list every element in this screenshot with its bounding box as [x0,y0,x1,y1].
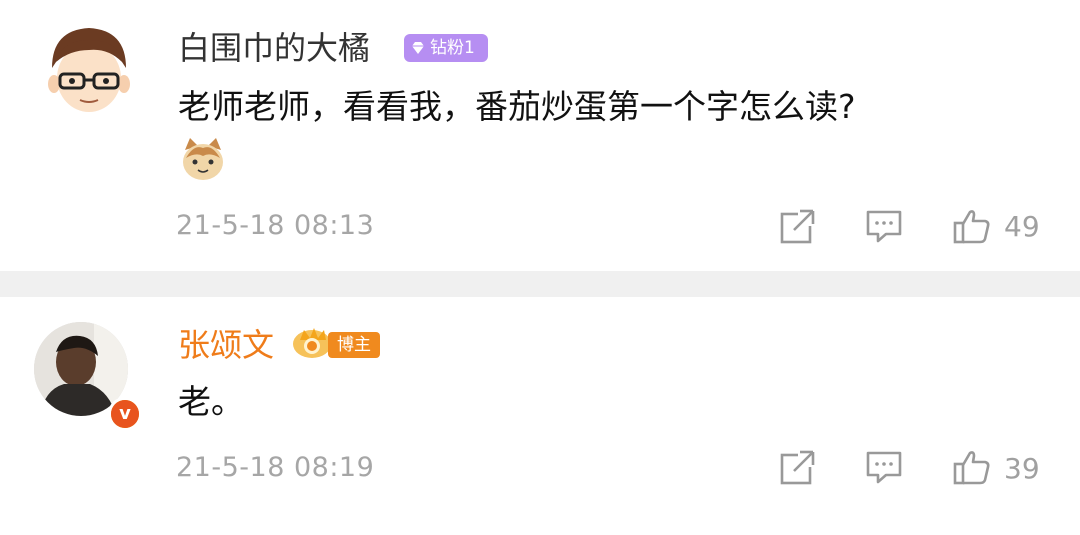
verified-v-label: v [111,400,139,428]
share-icon[interactable] [778,206,818,246]
timestamp: 21-5-18 08:19 [176,452,375,483]
avatar[interactable] [42,22,136,116]
username[interactable]: 张颂文 [178,325,274,365]
username[interactable]: 白围巾的大橘 [178,28,370,68]
timestamp: 21-5-18 08:13 [176,210,375,241]
comment-item: v 张颂文 博主 老。 21-5-18 08:19 39 [0,297,1080,535]
diamond-icon [412,42,424,54]
comment-text: 老师老师，看看我，番茄炒蛋第一个字怎么读? [178,87,856,126]
blogger-badge[interactable]: 博主 [292,328,384,358]
verified-badge: v [108,397,142,431]
cartoon-avatar-icon [42,22,136,116]
comment-text: 老。 [178,382,244,421]
comment-icon[interactable] [864,206,904,246]
like-thumb-icon[interactable] [952,447,992,487]
share-icon[interactable] [778,447,818,487]
cat-emoji-icon [183,138,223,180]
divider [0,271,1080,297]
like-count: 39 [1004,452,1040,485]
like-count: 49 [1004,210,1040,243]
blogger-badge-label: 博主 [328,332,380,358]
comment-item: 白围巾的大橘 钻粉1 老师老师，看看我，番茄炒蛋第一个字怎么读? 21-5-18… [0,0,1080,271]
comment-icon[interactable] [864,447,904,487]
like-thumb-icon[interactable] [952,206,992,246]
fan-badge[interactable]: 钻粉1 [404,34,488,62]
fan-badge-label: 钻粉1 [430,38,475,58]
